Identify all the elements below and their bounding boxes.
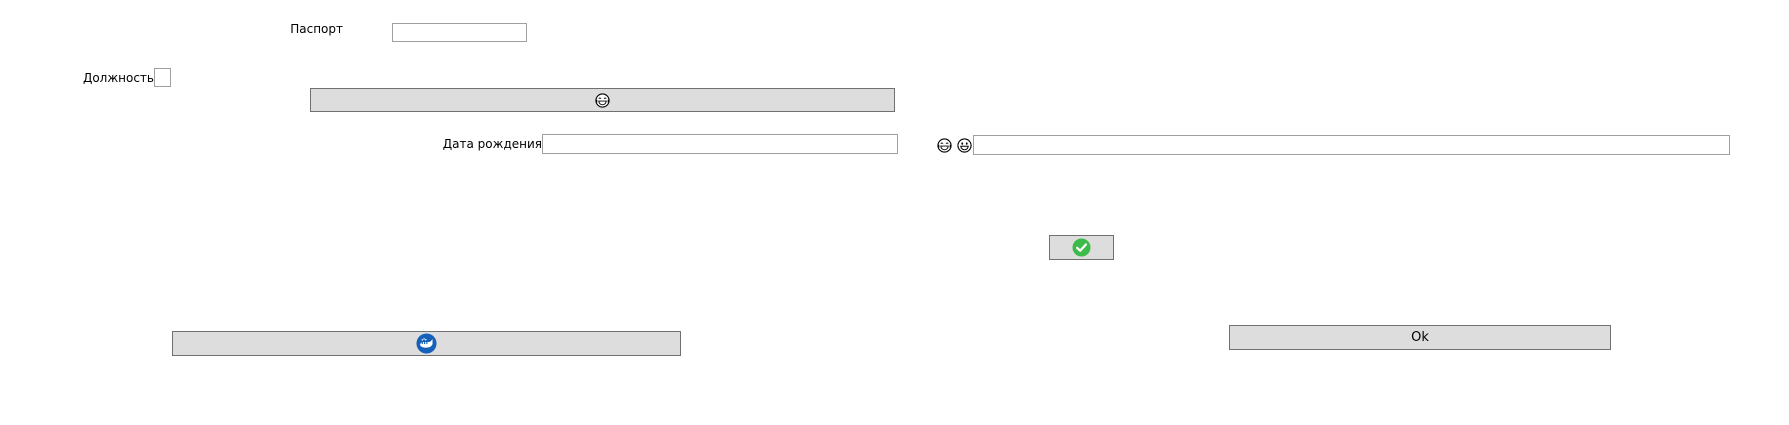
grinning-face-emoji-icon xyxy=(957,138,972,153)
position-label: Должность xyxy=(82,71,154,85)
green-check-circle-icon xyxy=(1072,238,1091,257)
passport-input[interactable] xyxy=(392,23,527,42)
grinning-tears-emoji-icon xyxy=(595,92,610,108)
birth-date-label: Дата рождения xyxy=(442,137,542,151)
confirm-button[interactable] xyxy=(1049,235,1114,260)
birth-date-input[interactable] xyxy=(542,134,898,154)
emoji-button[interactable] xyxy=(310,88,895,112)
blue-whale-circle-icon xyxy=(416,333,437,354)
whale-button[interactable] xyxy=(172,331,681,356)
position-checkbox[interactable] xyxy=(154,68,171,87)
ok-button[interactable]: Ok xyxy=(1229,325,1611,350)
emoji-text-input[interactable] xyxy=(973,135,1730,155)
passport-label: Паспорт xyxy=(290,22,343,36)
grinning-tears-emoji-icon xyxy=(937,138,952,153)
